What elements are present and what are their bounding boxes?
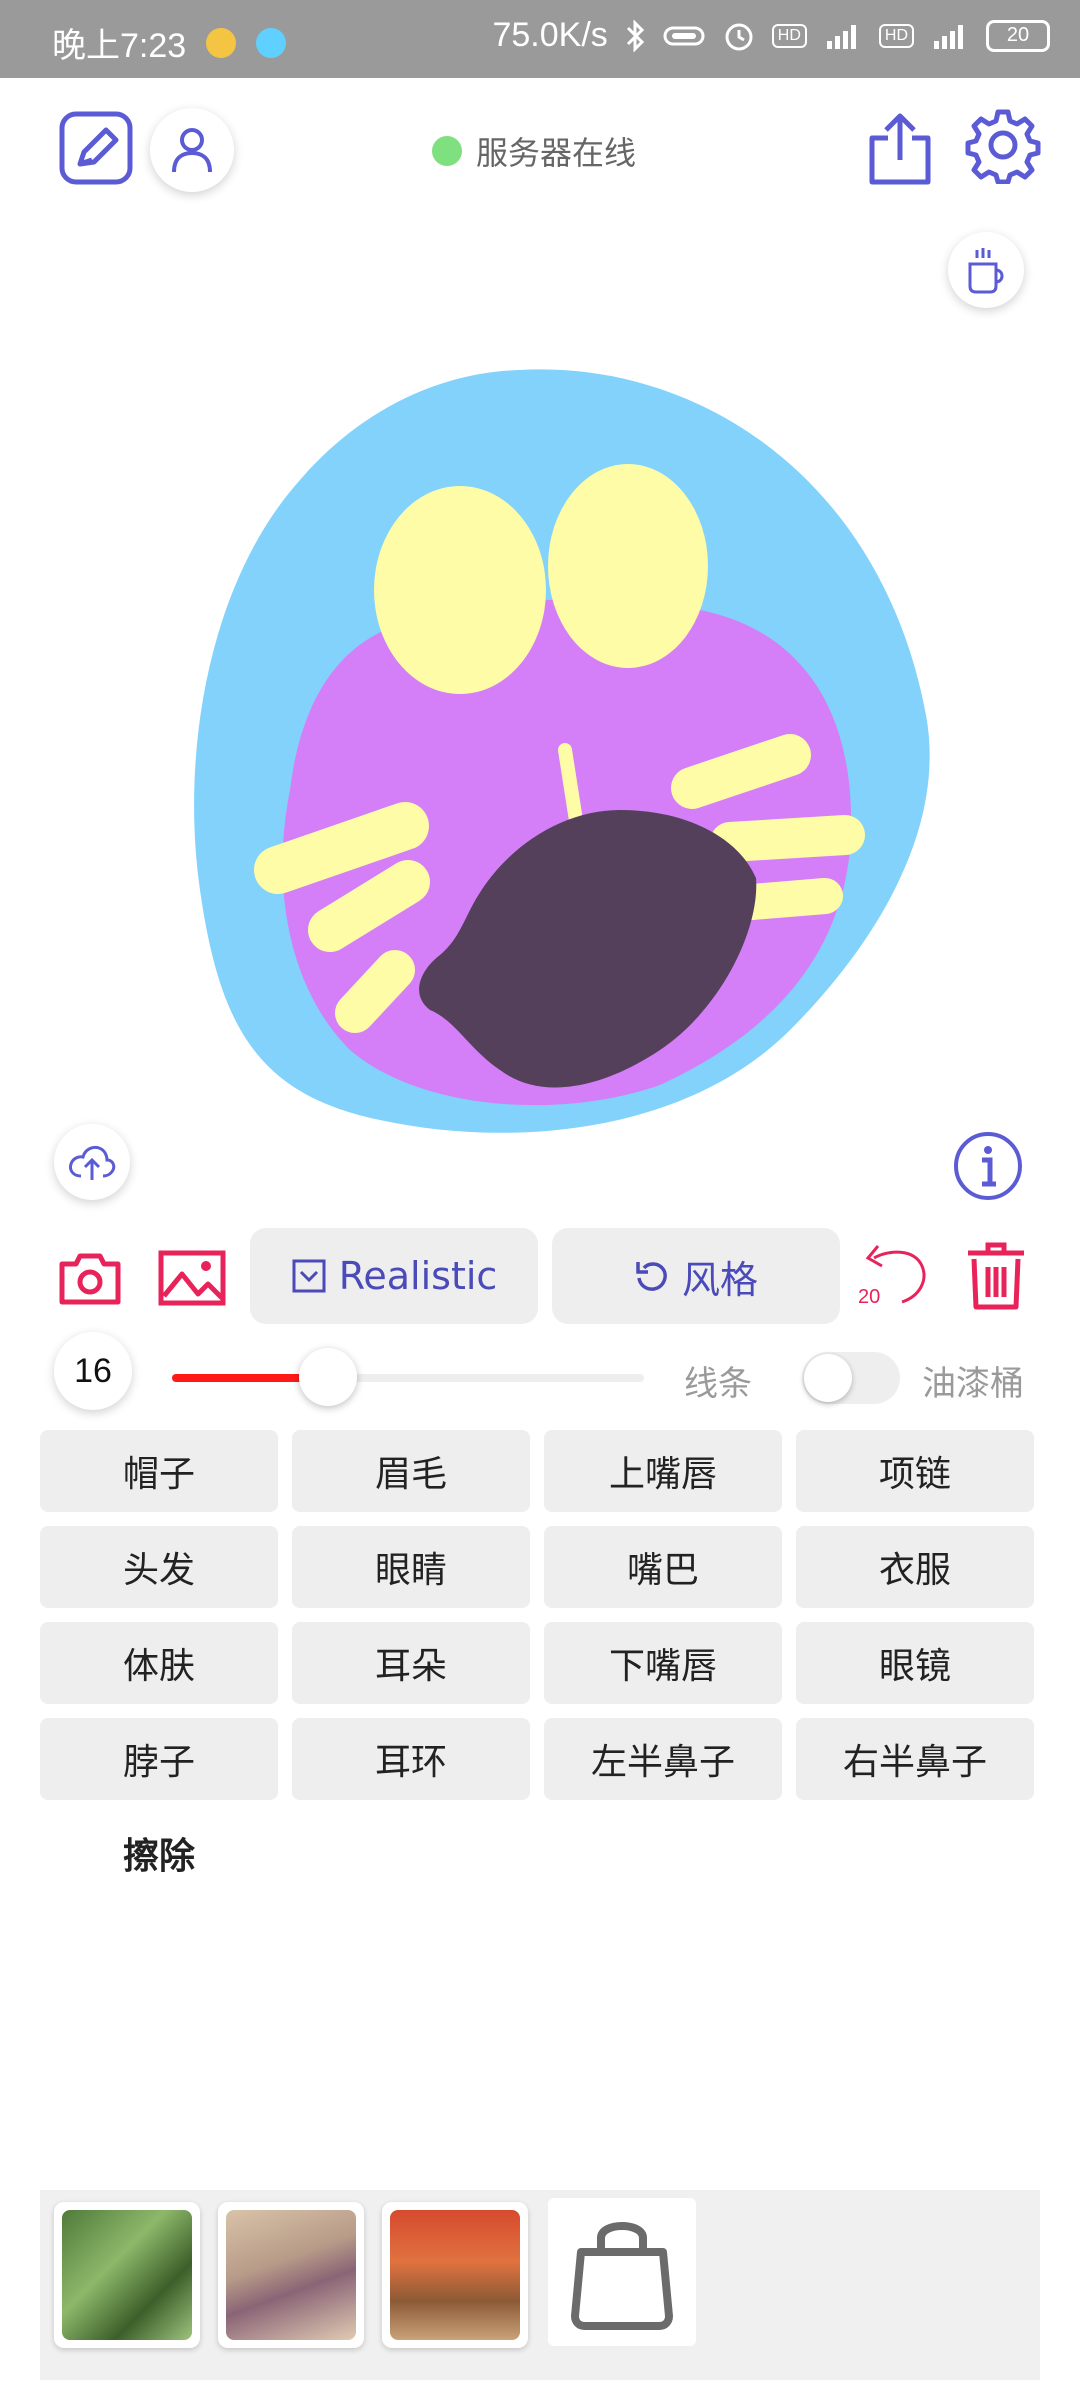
coffee-cup-icon	[968, 248, 1004, 294]
hd-icon-2: HD	[878, 23, 914, 48]
hd-icon: HD	[771, 23, 807, 48]
part-button[interactable]: 下嘴唇	[544, 1622, 782, 1704]
brush-size-slider[interactable]	[172, 1348, 644, 1406]
dropdown-box-icon	[292, 1259, 326, 1293]
delete-button[interactable]	[958, 1236, 1034, 1316]
cloud-upload-icon	[69, 1145, 116, 1180]
toggle-knob	[804, 1354, 852, 1402]
part-button[interactable]: 脖子	[40, 1718, 278, 1800]
line-label: 线条	[684, 1364, 752, 1404]
style-refresh-button[interactable]: 风格	[552, 1228, 840, 1324]
slider-thumb[interactable]	[298, 1348, 357, 1406]
image-icon	[158, 1250, 226, 1306]
settings-button[interactable]	[962, 104, 1044, 186]
part-button[interactable]: 眉毛	[292, 1430, 530, 1512]
gallery-thumbnail[interactable]	[218, 2202, 364, 2348]
notification-icon-2	[256, 27, 287, 58]
sample-gallery	[40, 2190, 1040, 2380]
trash-icon	[968, 1242, 1024, 1310]
part-button[interactable]: 衣服	[796, 1526, 1034, 1608]
part-button[interactable]: 项链	[796, 1430, 1034, 1512]
info-icon	[954, 1132, 1022, 1200]
gallery-button[interactable]	[152, 1240, 232, 1316]
coffee-button[interactable]	[948, 232, 1024, 308]
edit-button[interactable]	[56, 108, 136, 188]
brush-size-value: 16	[54, 1332, 132, 1410]
gallery-thumbnail[interactable]	[382, 2202, 528, 2348]
part-button[interactable]: 嘴巴	[544, 1526, 782, 1608]
network-speed: 75.0K/s	[492, 16, 608, 54]
vibrate-icon	[662, 24, 706, 48]
edit-icon	[59, 111, 133, 185]
gallery-thumbnail[interactable]	[54, 2202, 200, 2348]
shop-button[interactable]	[548, 2198, 696, 2346]
drawing-canvas[interactable]	[0, 330, 1080, 1170]
camera-button[interactable]	[52, 1240, 128, 1316]
server-status: 服务器在线	[432, 128, 636, 174]
share-icon	[869, 113, 931, 185]
part-button[interactable]: 上嘴唇	[544, 1430, 782, 1512]
server-status-text: 服务器在线	[476, 134, 637, 172]
user-icon	[172, 128, 212, 173]
part-button[interactable]: 右半鼻子	[796, 1718, 1034, 1800]
style-button-label: 风格	[681, 1257, 758, 1302]
bluetooth-icon	[624, 19, 646, 52]
status-bar: 晚上7:23 75.0K/s HD HD 20	[0, 0, 1080, 78]
paint-bucket-toggle[interactable]	[802, 1352, 900, 1404]
signal-icon-2	[930, 21, 970, 51]
part-button[interactable]: 眼镜	[796, 1622, 1034, 1704]
status-time: 晚上7:23	[52, 27, 187, 65]
signal-icon	[823, 21, 863, 51]
part-button[interactable]: 帽子	[40, 1430, 278, 1512]
info-button[interactable]	[950, 1128, 1026, 1204]
part-button[interactable]: 左半鼻子	[544, 1718, 782, 1800]
part-button[interactable]: 体肤	[40, 1622, 278, 1704]
status-dot-icon	[432, 136, 462, 166]
paint-bucket-label: 油漆桶	[922, 1364, 1024, 1404]
part-button[interactable]: 眼睛	[292, 1526, 530, 1608]
profile-button[interactable]	[150, 108, 234, 192]
parts-grid: 帽子 眉毛 上嘴唇 项链 头发 眼睛 嘴巴 衣服 体肤 耳朵 下嘴唇 眼镜 脖子…	[40, 1430, 1038, 1800]
share-button[interactable]	[860, 108, 940, 188]
style-select-button[interactable]: Realistic	[250, 1228, 538, 1324]
upload-button[interactable]	[54, 1124, 130, 1200]
alarm-icon	[722, 19, 756, 53]
undo-button[interactable]: 20	[858, 1236, 934, 1312]
refresh-icon	[636, 1262, 667, 1291]
battery-indicator: 20	[986, 19, 1050, 52]
camera-icon	[59, 1253, 121, 1305]
undo-count: 20	[858, 1286, 881, 1308]
gear-icon	[965, 109, 1041, 184]
part-button[interactable]: 头发	[40, 1526, 278, 1608]
shopping-bag-icon	[571, 2222, 673, 2330]
part-button[interactable]: 耳朵	[292, 1622, 530, 1704]
style-label: Realistic	[338, 1254, 498, 1298]
erase-button[interactable]: 擦除	[40, 1812, 278, 1894]
part-button[interactable]: 耳环	[292, 1718, 530, 1800]
notification-icon	[206, 27, 237, 58]
